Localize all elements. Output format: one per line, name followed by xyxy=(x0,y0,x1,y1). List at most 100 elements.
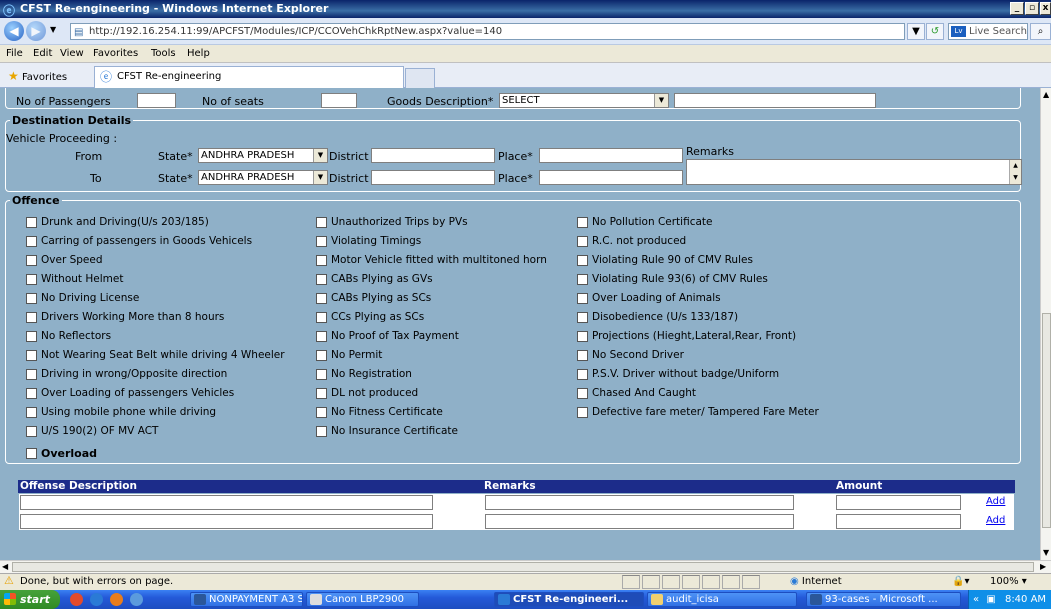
menu-tools[interactable]: Tools xyxy=(151,48,176,59)
from-state-select[interactable]: ANDHRA PRADESH ▼ xyxy=(198,148,328,163)
task-canon[interactable]: Canon LBP2900 xyxy=(306,592,419,607)
back-icon[interactable]: ◀ xyxy=(4,21,24,41)
menu-view[interactable]: View xyxy=(60,48,84,59)
amount-input-1[interactable] xyxy=(836,495,961,510)
offence-checkbox[interactable]: No Registration xyxy=(316,368,412,380)
url-input[interactable]: ▤ http://192.16.254.11:99/APCFST/Modules… xyxy=(70,23,905,40)
offence-checkbox[interactable]: R.C. not produced xyxy=(577,235,686,247)
to-place-input[interactable] xyxy=(539,170,683,185)
offence-checkbox[interactable]: Drunk and Driving(U/s 203/185) xyxy=(26,216,209,228)
search-input[interactable]: Lv Live Search xyxy=(948,23,1028,40)
offence-checkbox[interactable]: Using mobile phone while driving xyxy=(26,406,216,418)
textarea-scrollbar[interactable]: ▲ ▼ xyxy=(1009,160,1021,184)
url-dropdown-icon[interactable]: ▼ xyxy=(907,23,925,40)
offence-checkbox[interactable]: P.S.V. Driver without badge/Uniform xyxy=(577,368,779,380)
browser-tab[interactable]: ⓔ CFST Re-engineering xyxy=(94,66,404,88)
from-district-input[interactable] xyxy=(371,148,495,163)
offense-description-input-2[interactable] xyxy=(20,514,433,529)
offence-checkbox[interactable]: No Fitness Certificate xyxy=(316,406,443,418)
offence-checkbox[interactable]: DL not produced xyxy=(316,387,418,399)
forward-icon[interactable]: ▶ xyxy=(26,21,46,41)
network-icon[interactable]: ▣ xyxy=(982,594,995,605)
scroll-left-icon[interactable]: ◀ xyxy=(2,562,8,571)
to-district-input[interactable] xyxy=(371,170,495,185)
task-audit[interactable]: audit_icisa xyxy=(647,592,797,607)
horizontal-scrollbar[interactable]: ◀ ▶ xyxy=(0,560,1051,573)
start-button[interactable]: start xyxy=(0,590,60,609)
protected-mode-icon[interactable]: 🔒▾ xyxy=(952,576,969,587)
chrome-icon[interactable] xyxy=(70,593,83,606)
search-go-icon[interactable]: ⌕ xyxy=(1030,23,1051,40)
minimize-button[interactable]: _ xyxy=(1010,2,1024,15)
offence-checkbox[interactable]: Defective fare meter/ Tampered Fare Mete… xyxy=(577,406,819,418)
seats-input[interactable] xyxy=(321,93,357,108)
scroll-up-icon[interactable]: ▲ xyxy=(1043,90,1049,99)
offence-checkbox[interactable]: CCs Plying as SCs xyxy=(316,311,424,323)
new-tab-button[interactable] xyxy=(405,68,435,88)
add-link-1[interactable]: Add xyxy=(986,496,1005,507)
task-cfst[interactable]: CFST Re-engineeri... xyxy=(494,592,644,607)
tray-expand-icon[interactable]: « xyxy=(969,594,979,605)
offence-checkbox[interactable]: No Permit xyxy=(316,349,382,361)
offence-checkbox[interactable]: CABs Plying as GVs xyxy=(316,273,433,285)
menu-edit[interactable]: Edit xyxy=(33,48,52,59)
zoom-level[interactable]: 100% ▾ xyxy=(990,576,1027,587)
offence-checkbox[interactable]: No Reflectors xyxy=(26,330,111,342)
offence-checkbox[interactable]: No Insurance Certificate xyxy=(316,425,458,437)
offence-checkbox[interactable]: Over Speed xyxy=(26,254,103,266)
offence-checkbox[interactable]: No Proof of Tax Payment xyxy=(316,330,459,342)
hscroll-thumb[interactable] xyxy=(12,562,1034,572)
menu-favorites[interactable]: Favorites xyxy=(93,48,138,59)
remarks-input-2[interactable] xyxy=(485,514,794,529)
overload-checkbox[interactable]: Overload xyxy=(26,447,97,460)
offence-checkbox[interactable]: Chased And Caught xyxy=(577,387,696,399)
scroll-right-icon[interactable]: ▶ xyxy=(1040,562,1046,571)
offence-checkbox[interactable]: Violating Rule 93(6) of CMV Rules xyxy=(577,273,768,285)
offence-checkbox[interactable]: No Driving License xyxy=(26,292,139,304)
goods-description-input[interactable] xyxy=(674,93,876,108)
passengers-input[interactable] xyxy=(137,93,176,108)
close-button[interactable]: x xyxy=(1040,2,1051,15)
amount-input-2[interactable] xyxy=(836,514,961,529)
favorites-button[interactable]: ★ Favorites xyxy=(8,69,67,83)
offence-checkbox[interactable]: Violating Timings xyxy=(316,235,421,247)
offence-checkbox[interactable]: Over Loading of Animals xyxy=(577,292,721,304)
offence-checkbox[interactable]: Projections (Hieght,Lateral,Rear, Front) xyxy=(577,330,796,342)
refresh-icon[interactable]: ↺ xyxy=(926,23,944,40)
scroll-thumb[interactable] xyxy=(1042,313,1051,528)
history-dropdown-icon[interactable]: ▼ xyxy=(50,25,56,34)
offence-checkbox[interactable]: Not Wearing Seat Belt while driving 4 Wh… xyxy=(26,349,285,361)
to-state-select[interactable]: ANDHRA PRADESH ▼ xyxy=(198,170,328,185)
offence-checkbox[interactable]: CABs Plying as SCs xyxy=(316,292,431,304)
offence-checkbox[interactable]: Disobedience (U/s 133/187) xyxy=(577,311,738,323)
offence-checkbox[interactable]: Motor Vehicle fitted with multitoned hor… xyxy=(316,254,547,266)
offence-checkbox[interactable]: Violating Rule 90 of CMV Rules xyxy=(577,254,753,266)
offense-description-input-1[interactable] xyxy=(20,495,433,510)
remarks-textarea[interactable]: ▲ ▼ xyxy=(686,159,1022,185)
remarks-input-1[interactable] xyxy=(485,495,794,510)
window-title-bar[interactable]: ⓔ CFST Re-engineering - Windows Internet… xyxy=(0,0,1051,18)
show-desktop-icon[interactable] xyxy=(130,593,143,606)
firefox-icon[interactable] xyxy=(110,593,123,606)
task-93cases[interactable]: 93-cases - Microsoft ... xyxy=(806,592,961,607)
menu-file[interactable]: File xyxy=(6,48,23,59)
offence-checkbox[interactable]: Driving in wrong/Opposite direction xyxy=(26,368,227,380)
clock[interactable]: 8:40 AM xyxy=(999,594,1046,605)
from-place-input[interactable] xyxy=(539,148,683,163)
scroll-down-icon[interactable]: ▼ xyxy=(1043,548,1049,557)
offence-checkbox[interactable]: Over Loading of passengers Vehicles xyxy=(26,387,234,399)
offence-checkbox[interactable]: Carring of passengers in Goods Vehicels xyxy=(26,235,252,247)
vertical-scrollbar[interactable]: ▲ ▼ xyxy=(1040,88,1051,560)
menu-help[interactable]: Help xyxy=(187,48,210,59)
maximize-button[interactable]: ▫ xyxy=(1025,2,1039,15)
offence-checkbox[interactable]: No Second Driver xyxy=(577,349,684,361)
offence-checkbox[interactable]: Unauthorized Trips by PVs xyxy=(316,216,468,228)
goods-select[interactable]: SELECT ▼ xyxy=(499,93,669,108)
offence-checkbox[interactable]: Drivers Working More than 8 hours xyxy=(26,311,224,323)
ie-quicklaunch-icon[interactable] xyxy=(90,593,103,606)
offence-checkbox[interactable]: No Pollution Certificate xyxy=(577,216,712,228)
warning-icon[interactable]: ⚠ xyxy=(4,575,16,587)
offence-checkbox[interactable]: Without Helmet xyxy=(26,273,123,285)
task-nonpayment[interactable]: NONPAYMENT A3 SEA... xyxy=(190,592,303,607)
offence-checkbox[interactable]: U/S 190(2) OF MV ACT xyxy=(26,425,158,437)
